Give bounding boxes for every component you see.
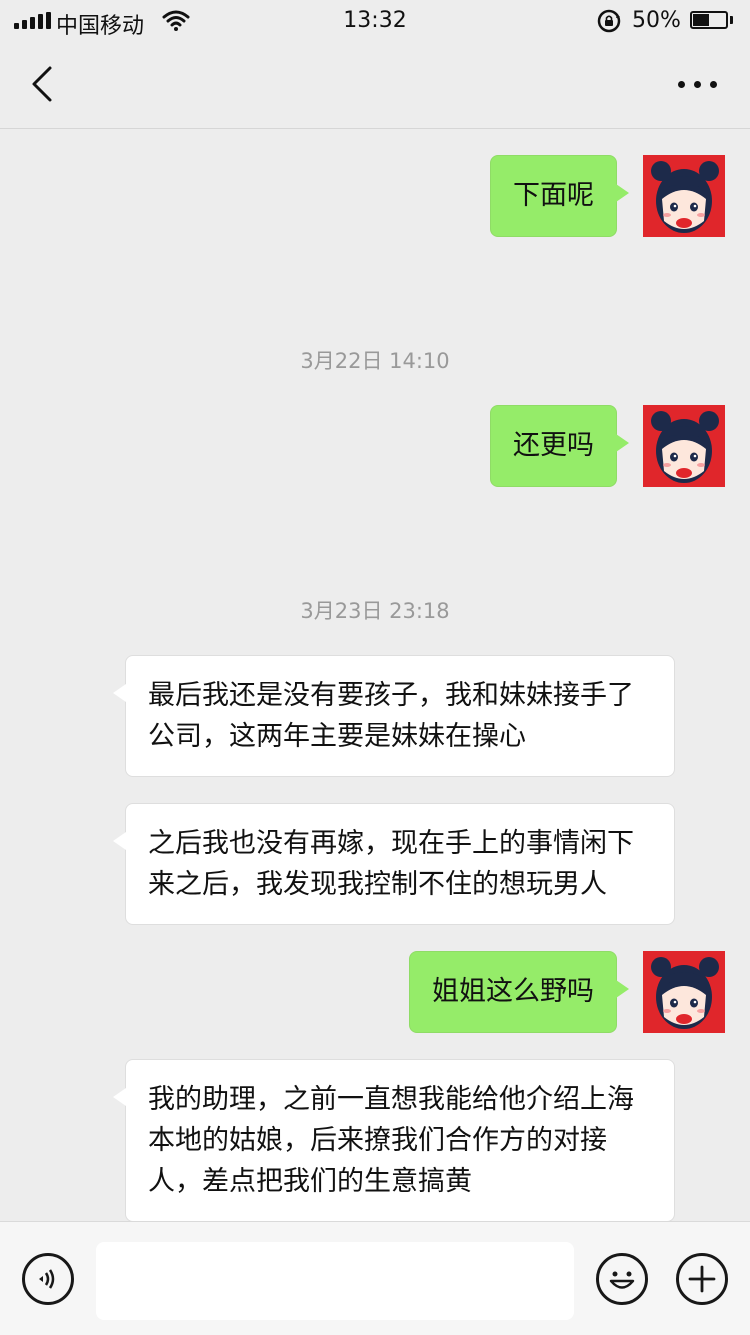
sent-message-bubble[interactable]: 姐姐这么野吗 — [409, 951, 629, 1033]
nav-bar — [0, 42, 750, 129]
timestamp: 3月22日 14:10 — [300, 349, 450, 373]
received-message-bubble[interactable]: 之后我也没有再嫁，现在手上的事情闲下 来之后，我发现我控制不住的想玩男人 — [113, 803, 675, 925]
message-text: 我的助理，之前一直想我能给他介绍上海 本地的姑娘，后来撩我们合作方的对接 人，差… — [148, 1084, 634, 1197]
battery-icon — [690, 11, 728, 29]
status-bar: 中国移动 13:32 50% — [0, 0, 750, 42]
chevron-left-icon[interactable] — [22, 62, 66, 106]
message-input[interactable] — [96, 1242, 574, 1320]
message-text: 姐姐这么野吗 — [432, 976, 594, 1007]
emoji-icon[interactable] — [596, 1253, 648, 1305]
message-text: 还更吗 — [513, 430, 594, 461]
message-row: 还更吗 — [0, 405, 750, 487]
avatar[interactable] — [643, 405, 725, 487]
message-row: 最后我还是没有要孩子，我和妹妹接手了 公司，这两年主要是妹妹在操心 — [0, 655, 750, 777]
message-text: 下面呢 — [513, 180, 594, 211]
avatar[interactable] — [643, 951, 725, 1033]
timestamp: 3月23日 23:18 — [300, 599, 450, 623]
message-row: 我的助理，之前一直想我能给他介绍上海 本地的姑娘，后来撩我们合作方的对接 人，差… — [0, 1059, 750, 1221]
sent-message-bubble[interactable]: 下面呢 — [490, 155, 629, 237]
message-text: 最后我还是没有要孩子，我和妹妹接手了 公司，这两年主要是妹妹在操心 — [148, 680, 634, 752]
message-row: 下面呢 — [0, 155, 750, 237]
battery-percentage: 50% — [632, 8, 681, 33]
rotation-lock-icon — [597, 9, 621, 33]
received-message-bubble[interactable]: 我的助理，之前一直想我能给他介绍上海 本地的姑娘，后来撩我们合作方的对接 人，差… — [113, 1059, 675, 1221]
message-text: 之后我也没有再嫁，现在手上的事情闲下 来之后，我发现我控制不住的想玩男人 — [148, 828, 634, 900]
sent-message-bubble[interactable]: 还更吗 — [490, 405, 629, 487]
plus-icon[interactable] — [676, 1253, 728, 1305]
input-bar — [0, 1221, 750, 1335]
more-icon[interactable] — [676, 72, 720, 96]
battery-cap — [730, 16, 733, 24]
voice-icon[interactable] — [22, 1253, 74, 1305]
message-row: 姐姐这么野吗 — [0, 951, 750, 1033]
message-list[interactable]: 下面呢 3月22日 14:10 还更吗 3月23日 23:18 最后我还是没有要孩子… — [0, 129, 750, 1221]
received-message-bubble[interactable]: 最后我还是没有要孩子，我和妹妹接手了 公司，这两年主要是妹妹在操心 — [113, 655, 675, 777]
message-row: 之后我也没有再嫁，现在手上的事情闲下 来之后，我发现我控制不住的想玩男人 — [0, 803, 750, 925]
avatar[interactable] — [643, 155, 725, 237]
